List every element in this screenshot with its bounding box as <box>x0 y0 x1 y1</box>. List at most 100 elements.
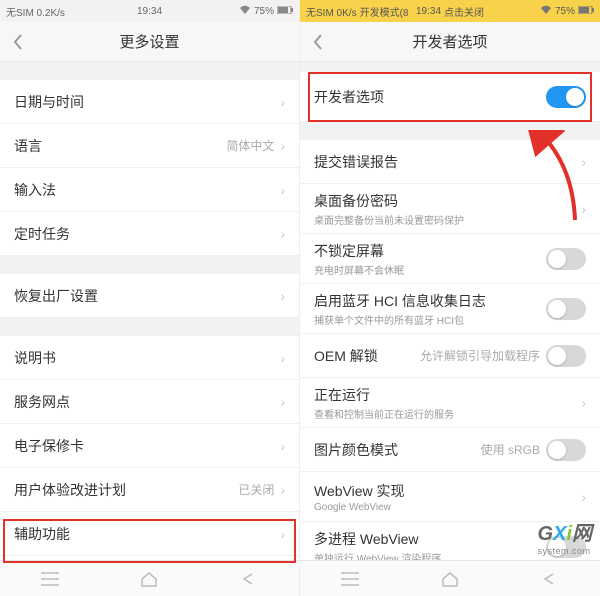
chevron-right-icon: › <box>280 350 285 366</box>
battery-icon <box>578 6 594 17</box>
status-battery: 75% <box>555 6 575 17</box>
status-bar-left: 无SIM 0.2K/s 19:34 75% <box>0 0 299 22</box>
row-sub: 桌面完整备份当前未设置密码保护 <box>314 212 464 227</box>
toggle-stay-awake[interactable] <box>546 248 586 270</box>
row-language[interactable]: 语言 简体中文 › <box>0 124 299 168</box>
row-ux-plan[interactable]: 用户体验改进计划 已关闭 › <box>0 468 299 512</box>
nav-bar <box>300 560 600 596</box>
chevron-right-icon: › <box>280 226 285 242</box>
content-left: 日期与时间 › 语言 简体中文 › 输入法 › 定时任务 › 恢复出厂设置 › <box>0 62 299 596</box>
row-label: 语言 <box>14 136 42 156</box>
phone-left: 无SIM 0.2K/s 19:34 75% 更多设置 日期与时间 › <box>0 0 300 596</box>
row-sub: 捕获单个文件中的所有蓝牙 HCI包 <box>314 312 486 327</box>
status-time: 19:34 <box>137 6 162 17</box>
chevron-right-icon: › <box>280 288 285 304</box>
row-manual[interactable]: 说明书 › <box>0 336 299 380</box>
row-backup-password[interactable]: 桌面备份密码 桌面完整备份当前未设置密码保护 › <box>300 184 600 234</box>
row-label: 不锁定屏幕 <box>314 241 404 261</box>
row-datetime[interactable]: 日期与时间 › <box>0 80 299 124</box>
status-time: 19:34 <box>416 6 441 17</box>
header-left: 更多设置 <box>0 22 299 62</box>
row-accessibility[interactable]: 辅助功能 › <box>0 512 299 556</box>
page-title: 更多设置 <box>119 31 179 52</box>
row-stay-awake[interactable]: 不锁定屏幕 充电时屏幕不会休眠 <box>300 234 600 284</box>
row-label: 启用蓝牙 HCI 信息收集日志 <box>314 291 486 311</box>
row-label: 提交错误报告 <box>314 152 398 172</box>
row-label: 说明书 <box>14 348 56 368</box>
row-sub: 查看和控制当前正在运行的服务 <box>314 406 454 421</box>
row-bugreport[interactable]: 提交错误报告 › <box>300 140 600 184</box>
chevron-right-icon: › <box>280 526 285 542</box>
chevron-right-icon: › <box>280 94 285 110</box>
chevron-right-icon: › <box>581 154 586 170</box>
toggle-oem-unlock[interactable] <box>546 345 586 367</box>
row-scheduled[interactable]: 定时任务 › <box>0 212 299 256</box>
chevron-right-icon: › <box>581 489 586 505</box>
row-ime[interactable]: 输入法 › <box>0 168 299 212</box>
nav-back-button[interactable] <box>235 565 263 593</box>
row-running[interactable]: 正在运行 查看和控制当前正在运行的服务 › <box>300 378 600 428</box>
row-value: 简体中文 <box>226 137 274 154</box>
status-dev-mode: 开发模式(8 <box>360 4 409 19</box>
row-value: 允许解锁引导加载程序 <box>420 347 540 364</box>
row-service[interactable]: 服务网点 › <box>0 380 299 424</box>
row-value: 已关闭 <box>238 481 274 498</box>
toggle-dev-options[interactable] <box>546 86 586 108</box>
nav-home-button[interactable] <box>135 565 163 593</box>
row-webview[interactable]: WebView 实现 Google WebView › <box>300 472 600 522</box>
row-dev-toggle[interactable]: 开发者选项 <box>300 72 600 122</box>
row-label: WebView 实现 <box>314 481 405 501</box>
nav-bar <box>0 560 299 596</box>
toggle-bt-hci[interactable] <box>546 298 586 320</box>
row-bt-hci[interactable]: 启用蓝牙 HCI 信息收集日志 捕获单个文件中的所有蓝牙 HCI包 <box>300 284 600 334</box>
row-label: 定时任务 <box>14 224 70 244</box>
content-right: 开发者选项 提交错误报告 › 桌面备份密码 桌面完整备份当前未设置密码保护 › … <box>300 62 600 596</box>
row-sub: Google WebView <box>314 502 405 513</box>
chevron-right-icon: › <box>280 138 285 154</box>
chevron-right-icon: › <box>280 394 285 410</box>
row-factory-reset[interactable]: 恢复出厂设置 › <box>0 274 299 318</box>
status-battery: 75% <box>254 6 274 17</box>
row-label: 桌面备份密码 <box>314 191 464 211</box>
status-bar-right: 无SIM 0K/s 开发模式(8 19:34 点击关闭 75% <box>300 0 600 22</box>
row-label: 日期与时间 <box>14 92 84 112</box>
wifi-icon <box>239 5 251 18</box>
nav-back-button[interactable] <box>536 565 564 593</box>
row-label: 开发者选项 <box>314 87 384 107</box>
row-warranty[interactable]: 电子保修卡 › <box>0 424 299 468</box>
wifi-icon <box>540 5 552 18</box>
row-value: 使用 sRGB <box>481 441 540 458</box>
row-label: 图片颜色模式 <box>314 440 398 460</box>
row-oem-unlock[interactable]: OEM 解锁 允许解锁引导加载程序 <box>300 334 600 378</box>
page-title: 开发者选项 <box>412 31 487 52</box>
toggle-color-mode[interactable] <box>546 439 586 461</box>
back-button[interactable] <box>308 32 328 52</box>
row-sub: 充电时屏幕不会休眠 <box>314 262 404 277</box>
chevron-right-icon: › <box>280 182 285 198</box>
status-hint: 点击关闭 <box>444 4 484 19</box>
row-label: 正在运行 <box>314 385 454 405</box>
row-label: 服务网点 <box>14 392 70 412</box>
row-label: 输入法 <box>14 180 56 200</box>
toggle-multi-webview[interactable] <box>546 536 586 558</box>
nav-menu-button[interactable] <box>36 565 64 593</box>
row-label: 用户体验改进计划 <box>14 480 126 500</box>
row-label: 电子保修卡 <box>14 436 84 456</box>
nav-home-button[interactable] <box>436 565 464 593</box>
row-label: 辅助功能 <box>14 524 70 544</box>
row-label: 多进程 WebView <box>314 529 441 549</box>
row-label: OEM 解锁 <box>314 346 378 366</box>
phone-right: 无SIM 0K/s 开发模式(8 19:34 点击关闭 75% 开发者选项 开发… <box>300 0 600 596</box>
back-button[interactable] <box>8 32 28 52</box>
chevron-right-icon: › <box>280 438 285 454</box>
header-right: 开发者选项 <box>300 22 600 62</box>
status-sim: 无SIM 0K/s <box>306 4 357 19</box>
chevron-right-icon: › <box>581 201 586 217</box>
row-label: 恢复出厂设置 <box>14 286 98 306</box>
status-sim: 无SIM 0.2K/s <box>6 4 65 19</box>
chevron-right-icon: › <box>581 395 586 411</box>
nav-menu-button[interactable] <box>336 565 364 593</box>
battery-icon <box>277 6 293 17</box>
row-color-mode[interactable]: 图片颜色模式 使用 sRGB <box>300 428 600 472</box>
chevron-right-icon: › <box>280 482 285 498</box>
